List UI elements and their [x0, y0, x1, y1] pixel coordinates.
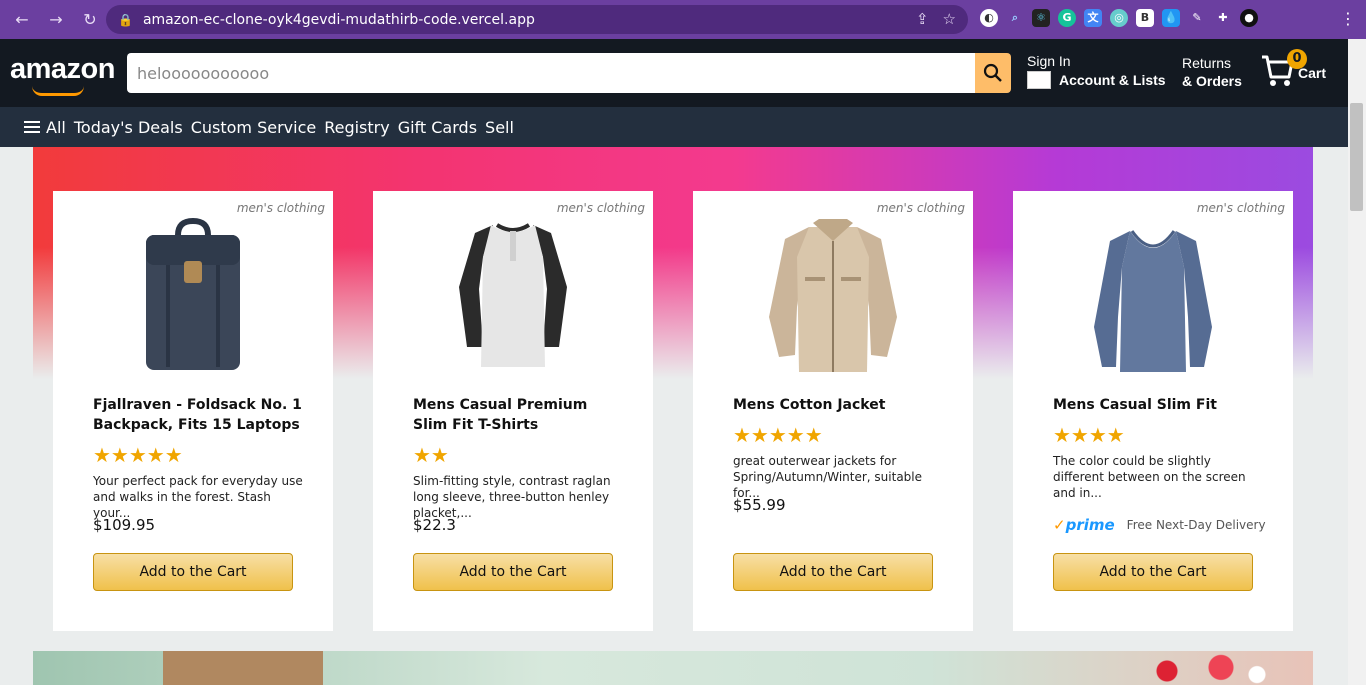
product-image[interactable] — [53, 217, 333, 379]
product-image[interactable] — [1013, 217, 1293, 379]
extension-icon[interactable]: ⌕ — [1006, 9, 1024, 27]
returns-label: Returns — [1182, 55, 1232, 71]
product-description: The color could be slightly different be… — [1053, 454, 1246, 500]
cart-button[interactable]: 0 Cart — [1260, 49, 1326, 87]
product-title[interactable]: Mens Cotton Jacket — [733, 395, 943, 415]
product-image[interactable] — [373, 217, 653, 379]
browser-toolbar: ← → ↻ 🔒 amazon-ec-clone-oyk4gevdi-mudath… — [0, 0, 1366, 39]
product-description: Slim-fitting style, contrast raglan long… — [413, 474, 611, 520]
hamburger-icon — [24, 118, 40, 136]
add-to-cart-button[interactable]: Add to the Cart — [1053, 553, 1253, 591]
page-scrollbar[interactable] — [1348, 39, 1366, 685]
translate-icon[interactable]: 文 — [1084, 9, 1102, 27]
rating-stars: ★★★★★ — [733, 423, 823, 447]
product-card: men's clothing Mens Casual Slim Fit ★★★★… — [1013, 191, 1293, 631]
product-price: $22.3 — [413, 516, 456, 534]
account-menu[interactable]: Sign In Account & Lists — [1027, 53, 1166, 89]
product-price: $55.99 — [733, 496, 786, 514]
sub-navigation: All Today's Deals Custom Service Registr… — [0, 107, 1348, 147]
product-category: men's clothing — [556, 201, 645, 215]
product-title[interactable]: Fjallraven - Foldsack No. 1 Backpack, Fi… — [93, 395, 303, 435]
site-header: amazon Sign In Account & Lists Returns &… — [0, 39, 1348, 107]
extension-icon[interactable]: B — [1136, 9, 1154, 27]
react-devtools-icon[interactable]: ⚛ — [1032, 9, 1050, 27]
eyedropper-icon[interactable]: ✎ — [1188, 9, 1206, 27]
amazon-logo[interactable]: amazon — [10, 53, 115, 96]
nav-sell[interactable]: Sell — [485, 118, 514, 137]
search-button[interactable] — [975, 53, 1011, 93]
product-category: men's clothing — [876, 201, 965, 215]
forward-icon[interactable]: → — [46, 10, 66, 29]
product-price: $109.95 — [93, 516, 156, 534]
account-lists-label: Account & Lists — [1059, 72, 1166, 88]
puzzle-icon[interactable]: ✚ — [1214, 9, 1232, 27]
product-description: Your perfect pack for everyday use and w… — [93, 474, 303, 520]
cart-count-badge: 0 — [1287, 49, 1307, 69]
package-image — [163, 651, 323, 685]
extension-icon[interactable]: ◐ — [980, 9, 998, 27]
scrollbar-thumb[interactable] — [1350, 103, 1363, 211]
extension-icon[interactable]: ◎ — [1110, 9, 1128, 27]
flowers-image — [1113, 653, 1293, 685]
product-description: great outerwear jackets for Spring/Autum… — [733, 454, 923, 500]
product-title[interactable]: Mens Casual Slim Fit — [1053, 395, 1263, 415]
extensions-bar: ◐ ⌕ ⚛ G 文 ◎ B 💧 ✎ ✚ ● — [980, 9, 1258, 27]
rating-stars: ★★★★★ — [93, 443, 183, 467]
extension-icon[interactable]: 💧 — [1162, 9, 1180, 27]
product-category: men's clothing — [236, 201, 325, 215]
delivery-text: Free Next-Day Delivery — [1126, 518, 1266, 532]
nav-registry[interactable]: Registry — [324, 118, 390, 137]
add-to-cart-button[interactable]: Add to the Cart — [413, 553, 613, 591]
prime-logo: ✓prime — [1053, 516, 1115, 534]
nav-custom-service[interactable]: Custom Service — [191, 118, 317, 137]
signin-label: Sign In — [1027, 53, 1071, 69]
search-icon — [983, 63, 1002, 82]
address-bar[interactable]: 🔒 amazon-ec-clone-oyk4gevdi-mudathirb-co… — [106, 5, 968, 34]
logo-smile-icon — [32, 86, 84, 96]
nav-todays-deals[interactable]: Today's Deals — [74, 118, 183, 137]
profile-avatar[interactable]: ● — [1240, 9, 1258, 27]
back-icon[interactable]: ← — [12, 10, 32, 29]
backpack-image — [146, 217, 240, 370]
lock-icon[interactable]: 🔒 — [118, 13, 133, 27]
nav-gift-cards[interactable]: Gift Cards — [398, 118, 477, 137]
rating-stars: ★★★★ — [1053, 423, 1125, 447]
reload-icon[interactable]: ↻ — [80, 10, 100, 29]
search-bar — [127, 53, 1011, 93]
avatar — [1027, 71, 1051, 89]
search-input[interactable] — [127, 53, 975, 93]
product-title[interactable]: Mens Casual Premium Slim Fit T-Shirts — [413, 395, 623, 435]
grammarly-icon[interactable]: G — [1058, 9, 1076, 27]
returns-orders[interactable]: Returns & Orders — [1182, 55, 1242, 89]
rating-stars: ★★ — [413, 443, 449, 467]
orders-label: & Orders — [1182, 73, 1242, 89]
product-category: men's clothing — [1196, 201, 1285, 215]
add-to-cart-button[interactable]: Add to the Cart — [93, 553, 293, 591]
menu-icon[interactable]: ⋮ — [1340, 9, 1356, 28]
product-card: men's clothing Mens Casual Premium Slim … — [373, 191, 653, 631]
share-icon[interactable]: ⇪ — [916, 10, 929, 28]
product-card: men's clothing Mens Cotton Jacket ★★★★★ … — [693, 191, 973, 631]
promo-banner — [33, 651, 1313, 685]
sweater-image — [1094, 230, 1212, 372]
jacket-image — [769, 219, 897, 372]
tshirt-image — [459, 223, 567, 367]
prime-delivery: ✓prime Free Next-Day Delivery — [1053, 516, 1266, 534]
product-image[interactable] — [693, 217, 973, 379]
main-content: men's clothing Fjallraven - Foldsack No.… — [0, 147, 1348, 685]
add-to-cart-button[interactable]: Add to the Cart — [733, 553, 933, 591]
nav-all[interactable]: All — [24, 118, 66, 137]
bookmark-star-icon[interactable]: ☆ — [943, 10, 956, 28]
product-card: men's clothing Fjallraven - Foldsack No.… — [53, 191, 333, 631]
url-text: amazon-ec-clone-oyk4gevdi-mudathirb-code… — [142, 11, 535, 28]
